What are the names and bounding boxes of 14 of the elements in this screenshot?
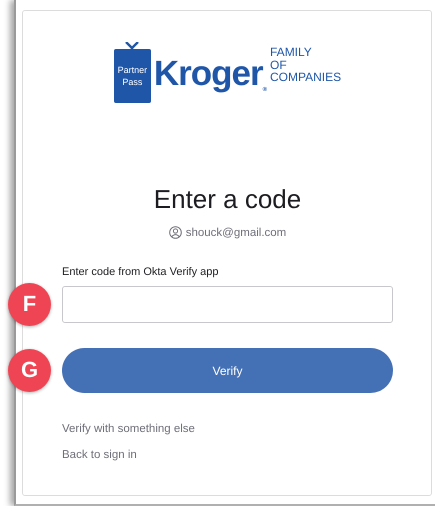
lanyard-clip-icon: [125, 42, 140, 50]
text-link[interactable]: Verify with something else: [62, 422, 195, 437]
code-input-field[interactable]: [62, 286, 393, 323]
verify-button[interactable]: Verify: [62, 348, 393, 393]
step-marker: G: [8, 348, 51, 392]
field-label: Enter code from Okta Verify app: [62, 266, 220, 278]
step-marker: F: [8, 282, 51, 326]
logo-wordmark: Kroger: [154, 54, 263, 94]
user-icon: [168, 226, 182, 239]
account-email: shouck@gmail.com: [186, 226, 286, 238]
partner-pass-badge: Partner Pass: [114, 49, 151, 103]
text-link[interactable]: Back to sign in: [62, 448, 137, 463]
logo-tagline: FAMILY OF COMPANIES: [270, 46, 342, 84]
page-title: Enter a code: [152, 183, 302, 215]
